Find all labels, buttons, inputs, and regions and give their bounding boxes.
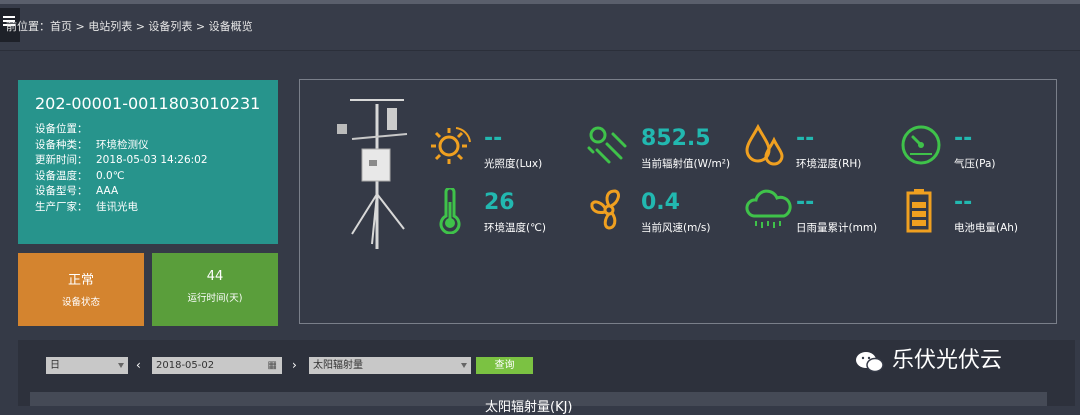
device-info-rows: 设备位置： 设备种类： 环境检测仪 更新时间： 2018-05-03 14:26:0… bbox=[35, 122, 208, 215]
info-label: 更新时间： bbox=[35, 154, 88, 166]
metric-temperature: 26 环境温度(℃) bbox=[430, 188, 580, 238]
rain-cloud-icon bbox=[745, 189, 792, 228]
temperature-label: 环境温度(℃) bbox=[484, 222, 546, 234]
metric-humidity: -- 环境湿度(RH) bbox=[744, 124, 894, 174]
metric-wind: 0.4 当前风速(m/s) bbox=[587, 188, 737, 238]
prev-date-arrow-icon[interactable]: ‹ bbox=[136, 357, 141, 374]
calendar-icon: ▦ bbox=[267, 360, 277, 371]
pressure-value: -- bbox=[954, 126, 973, 151]
info-row-manufacturer: 生产厂家： 佳讯光电 bbox=[35, 200, 208, 216]
run-time-label: 运行时间(天) bbox=[187, 293, 243, 304]
metric-select[interactable]: 太阳辐射量 bbox=[309, 357, 471, 374]
device-status-value: 正常 bbox=[67, 273, 94, 288]
metric-pressure: -- 气压(Pa) bbox=[900, 124, 1050, 174]
metric-battery: -- 电池电量(Ah) bbox=[900, 188, 1050, 238]
radiation-icon bbox=[587, 126, 627, 164]
metric-lux: -- 光照度(Lux) bbox=[430, 124, 580, 174]
info-value: AAA bbox=[96, 185, 119, 197]
lux-label: 光照度(Lux) bbox=[484, 158, 543, 170]
info-label: 设备温度： bbox=[35, 169, 88, 182]
wind-label: 当前风速(m/s) bbox=[641, 222, 711, 234]
wind-value: 0.4 bbox=[641, 190, 680, 215]
thermometer-icon bbox=[439, 188, 461, 234]
info-row-temperature: 设备温度： 0.0℃ bbox=[35, 169, 208, 185]
sensor-panel: -- 光照度(Lux) 852.5 当前辐射值(W/m²) -- 环境湿度(RH… bbox=[299, 79, 1057, 324]
device-status-box: 正常 设备状态 bbox=[18, 253, 144, 326]
radiation-label: 当前辐射值(W/m²) bbox=[641, 158, 731, 170]
date-value: 2018-05-02 bbox=[156, 360, 215, 371]
dropdown-arrow-icon bbox=[118, 363, 124, 368]
battery-value: -- bbox=[954, 190, 973, 215]
top-strip bbox=[0, 0, 1080, 4]
humidity-value: -- bbox=[796, 126, 815, 151]
dropdown-arrow-icon bbox=[461, 363, 467, 368]
info-label: 生产厂家： bbox=[35, 200, 88, 213]
sun-icon bbox=[431, 127, 471, 164]
device-info-card: 202-00001-0011803010231 设备位置： 设备种类： 环境检测仪… bbox=[18, 80, 278, 244]
metric-select-value: 太阳辐射量 bbox=[313, 360, 363, 371]
fan-icon bbox=[590, 189, 620, 230]
info-row-model: 设备型号： AAA bbox=[35, 184, 208, 200]
battery-icon bbox=[906, 189, 932, 233]
humidity-label: 环境湿度(RH) bbox=[796, 158, 862, 170]
period-select[interactable]: 日 bbox=[46, 357, 128, 374]
info-label: 设备位置： bbox=[35, 123, 88, 135]
watermark-text: 乐伏光伏云 bbox=[892, 348, 1003, 373]
period-select-value: 日 bbox=[50, 360, 60, 371]
wechat-icon bbox=[855, 350, 885, 373]
info-row-type: 设备种类： 环境检测仪 bbox=[35, 138, 208, 154]
weather-station-image bbox=[337, 99, 408, 249]
pressure-label: 气压(Pa) bbox=[954, 158, 996, 170]
rain-label: 日雨量累计(mm) bbox=[796, 222, 878, 234]
drops-icon bbox=[745, 124, 784, 166]
metric-rain: -- 日雨量累计(mm) bbox=[744, 188, 904, 238]
device-status-label: 设备状态 bbox=[61, 297, 100, 308]
gauge-icon bbox=[901, 125, 941, 165]
device-id: 202-00001-0011803010231 bbox=[35, 94, 261, 113]
breadcrumb: 前位置：首页 > 电站列表 > 设备列表 > 设备概览 bbox=[6, 20, 253, 33]
info-value: 0.0℃ bbox=[96, 169, 125, 182]
info-row-location: 设备位置： bbox=[35, 122, 208, 138]
metric-radiation: 852.5 当前辐射值(W/m²) bbox=[587, 124, 737, 174]
next-date-arrow-icon[interactable]: › bbox=[292, 357, 297, 374]
info-value: 2018-05-03 14:26:02 bbox=[96, 154, 208, 166]
info-value: 佳讯光电 bbox=[96, 200, 138, 213]
radiation-value: 852.5 bbox=[641, 126, 711, 151]
info-value: 环境检测仪 bbox=[96, 138, 149, 151]
info-label: 设备种类： bbox=[35, 138, 88, 151]
run-time-value: 44 bbox=[206, 269, 224, 284]
temperature-value: 26 bbox=[484, 190, 515, 215]
info-row-updated: 更新时间： 2018-05-03 14:26:02 bbox=[35, 153, 208, 169]
rain-value: -- bbox=[796, 190, 815, 215]
battery-label: 电池电量(Ah) bbox=[954, 222, 1019, 234]
lux-value: -- bbox=[484, 126, 503, 151]
date-picker-input[interactable]: 2018-05-02 ▦ bbox=[152, 357, 282, 374]
query-button[interactable]: 查询 bbox=[476, 357, 533, 374]
watermark: 乐伏光伏云 bbox=[855, 342, 1002, 374]
info-label: 设备型号： bbox=[35, 185, 88, 197]
run-time-box: 44 运行时间(天) bbox=[152, 253, 278, 326]
